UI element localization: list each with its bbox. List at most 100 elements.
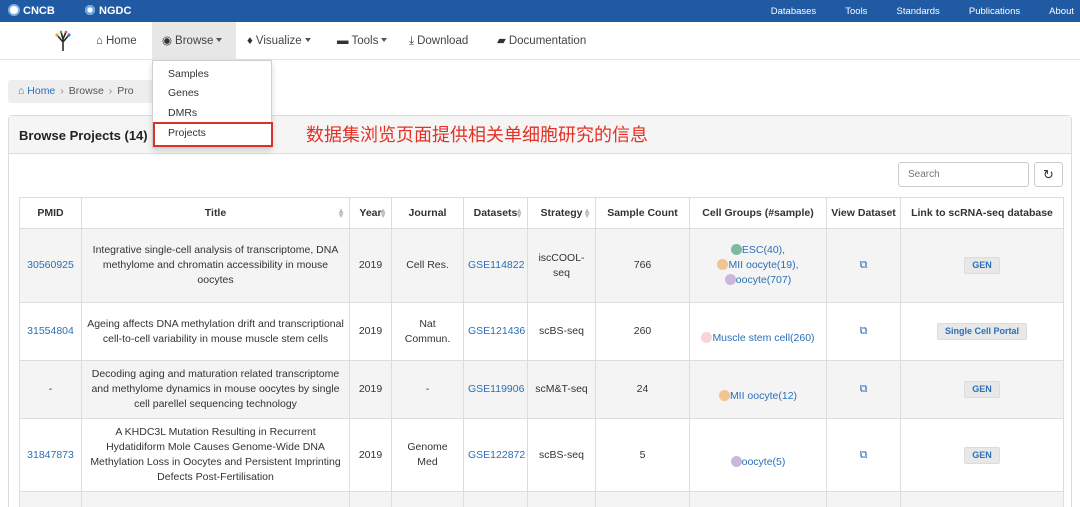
journal-cell: - <box>391 360 464 419</box>
column-header-year[interactable]: Year ▲ ▼ <box>349 197 392 229</box>
top-link-about[interactable]: About <box>1049 6 1074 17</box>
external-link-icon[interactable]: ⧉ <box>860 383 868 395</box>
menu-item-dmrs[interactable]: DMRs <box>168 107 197 119</box>
search-input[interactable] <box>898 162 1029 187</box>
column-header-strategy[interactable]: Strategy ▲ ▼ <box>527 197 596 229</box>
strategy-cell: scM&T-seq <box>527 360 596 419</box>
cell-groups-cell: MII oocyte(12) <box>689 360 827 419</box>
chevron-down-icon <box>216 38 223 42</box>
sample-count-cell: 766 <box>595 228 690 303</box>
menu-item-genes[interactable]: Genes <box>168 87 199 99</box>
journal-cell: Genome Med <box>391 418 464 492</box>
sort-icon: ▲ ▼ <box>515 206 523 220</box>
refresh-button[interactable]: ↻ <box>1034 162 1063 187</box>
breadcrumb-current: Pro <box>117 85 134 97</box>
breadcrumb-browse[interactable]: Browse <box>69 85 104 97</box>
site-logo-icon[interactable] <box>52 30 74 52</box>
download-icon: ⤓ <box>409 35 415 47</box>
sample-count-cell: 24 <box>595 360 690 419</box>
pin-icon: ♦ <box>247 35 253 47</box>
cell-group[interactable]: MII oocyte(19), <box>694 258 822 273</box>
nav-tools[interactable]: ▬ Tools <box>337 22 388 60</box>
cell-group[interactable]: MII oocyte(12) <box>694 389 822 404</box>
browse-dropdown-menu: Samples Genes DMRs Projects <box>152 60 273 148</box>
external-link-icon[interactable]: ⧉ <box>860 449 868 461</box>
column-header-view-dataset[interactable]: View Dataset <box>826 197 901 229</box>
pmid-link[interactable]: 30560925 <box>27 259 74 271</box>
column-header-journal[interactable]: Journal <box>391 197 464 229</box>
breadcrumb-home[interactable]: ⌂ Home <box>18 85 55 97</box>
annotation-text: 数据集浏览页面提供相关单细胞研究的信息 <box>306 125 648 146</box>
dataset-link[interactable]: GSE121436 <box>468 325 525 337</box>
home-icon: ⌂ <box>96 35 103 47</box>
nav-browse[interactable]: ◉ Browse <box>152 22 236 60</box>
folder-icon: ▰ <box>497 35 506 47</box>
sort-icon: ▲ ▼ <box>337 206 345 220</box>
journal-cell: Nat Commun. <box>391 302 464 361</box>
cell-groups-cell: Muscle stem cell(260) <box>689 302 827 361</box>
column-header-pmid[interactable]: PMID <box>19 197 82 229</box>
top-link-tools[interactable]: Tools <box>845 6 867 17</box>
column-header-sample-count[interactable]: Sample Count <box>595 197 690 229</box>
projects-table: PMID Title ▲ ▼ Year ▲ ▼ Journal Datasets ▲ ▼ S… <box>19 197 1064 507</box>
title-cell: Decoding aging and maturation related tr… <box>81 360 350 419</box>
breadcrumb: ⌂ Home › Browse › Pro <box>8 80 158 103</box>
column-header-scrna-link[interactable]: Link to scRNA-seq database <box>900 197 1064 229</box>
breadcrumb-separator: › <box>108 85 113 97</box>
panel-title: Browse Projects (14) <box>19 128 148 143</box>
column-header-datasets[interactable]: Datasets ▲ ▼ <box>463 197 528 229</box>
chevron-down-icon <box>304 38 311 42</box>
nav-home[interactable]: ⌂ Home <box>96 22 137 60</box>
dataset-link[interactable]: GSE119906 <box>468 383 524 395</box>
cell-group-dot <box>701 332 713 343</box>
gen-button[interactable]: GEN <box>964 257 1000 274</box>
main-nav: ⌂ Home ◉ Browse ♦ Visualize ▬ Tools ⤓ Downloa… <box>0 22 1080 60</box>
strategy-cell: iscCOOL-seq <box>527 228 596 303</box>
single-cell-portal-button[interactable]: Single Cell Portal <box>936 323 1028 340</box>
eye-icon: ◉ <box>162 35 173 47</box>
top-link-publications[interactable]: Publications <box>969 6 1020 17</box>
cell-group[interactable]: oocyte(5) <box>694 455 822 470</box>
pmid-link[interactable]: 31847873 <box>27 449 74 461</box>
title-cell: A KHDC3L Mutation Resulting in Recurrent… <box>81 418 350 492</box>
nav-documentation[interactable]: ▰ Documentation <box>497 22 586 60</box>
cell-groups-cell: oocyte(5) <box>689 418 827 492</box>
gen-button[interactable]: GEN <box>964 446 1000 464</box>
cncb-logo[interactable]: CNCB <box>8 4 55 17</box>
nav-visualize[interactable]: ♦ Visualize <box>247 22 311 60</box>
ngdc-logo-icon <box>84 4 96 16</box>
top-links: Databases Tools Standards Publications A… <box>745 5 1074 17</box>
ngdc-logo[interactable]: NGDC <box>84 4 131 17</box>
column-header-cell-groups[interactable]: Cell Groups (#sample) <box>689 197 827 229</box>
cell-groups-cell: ESC(40), MII oocyte(19), oocyte(707) <box>689 228 827 303</box>
cell-group[interactable]: ESC(40), <box>694 243 822 258</box>
external-link-icon[interactable]: ⧉ <box>860 325 868 337</box>
table-row: 31554804 Ageing affects DNA methylation … <box>19 302 1064 361</box>
title-cell: Integrative single-cell analysis of tran… <box>81 228 350 303</box>
pmid-link[interactable]: 31554804 <box>27 325 74 337</box>
table-row <box>19 491 1064 507</box>
menu-item-samples[interactable]: Samples <box>168 68 209 80</box>
chevron-down-icon <box>381 38 388 42</box>
year-cell: 2019 <box>349 228 392 303</box>
sort-icon: ▲ ▼ <box>583 206 591 220</box>
table-row: 30560925 Integrative single-cell analysi… <box>19 228 1064 303</box>
dataset-link[interactable]: GSE122872 <box>468 449 525 461</box>
strategy-cell: scBS-seq <box>527 302 596 361</box>
top-link-databases[interactable]: Databases <box>771 6 816 17</box>
dataset-link[interactable]: GSE114822 <box>468 259 524 271</box>
gen-button[interactable]: GEN <box>964 381 1000 398</box>
cell-group[interactable]: Muscle stem cell(260) <box>694 331 822 346</box>
projects-panel: Browse Projects (14) ↻ PMID Title▲▼ Year… <box>8 115 1072 507</box>
year-cell: 2019 <box>349 418 392 492</box>
table-row: - Decoding aging and maturation related … <box>19 360 1064 419</box>
column-header-title[interactable]: Title ▲ ▼ <box>81 197 350 229</box>
year-cell: 2019 <box>349 360 392 419</box>
cell-group[interactable]: oocyte(707) <box>694 273 822 288</box>
table-header-row: PMID Title ▲ ▼ Year ▲ ▼ Journal Datasets ▲ ▼ S… <box>19 197 1064 229</box>
cell-group-dot <box>724 274 736 285</box>
sample-count-cell: 5 <box>595 418 690 492</box>
nav-download[interactable]: ⤓ Download <box>409 22 468 60</box>
external-link-icon[interactable]: ⧉ <box>860 259 868 271</box>
top-link-standards[interactable]: Standards <box>897 6 940 17</box>
